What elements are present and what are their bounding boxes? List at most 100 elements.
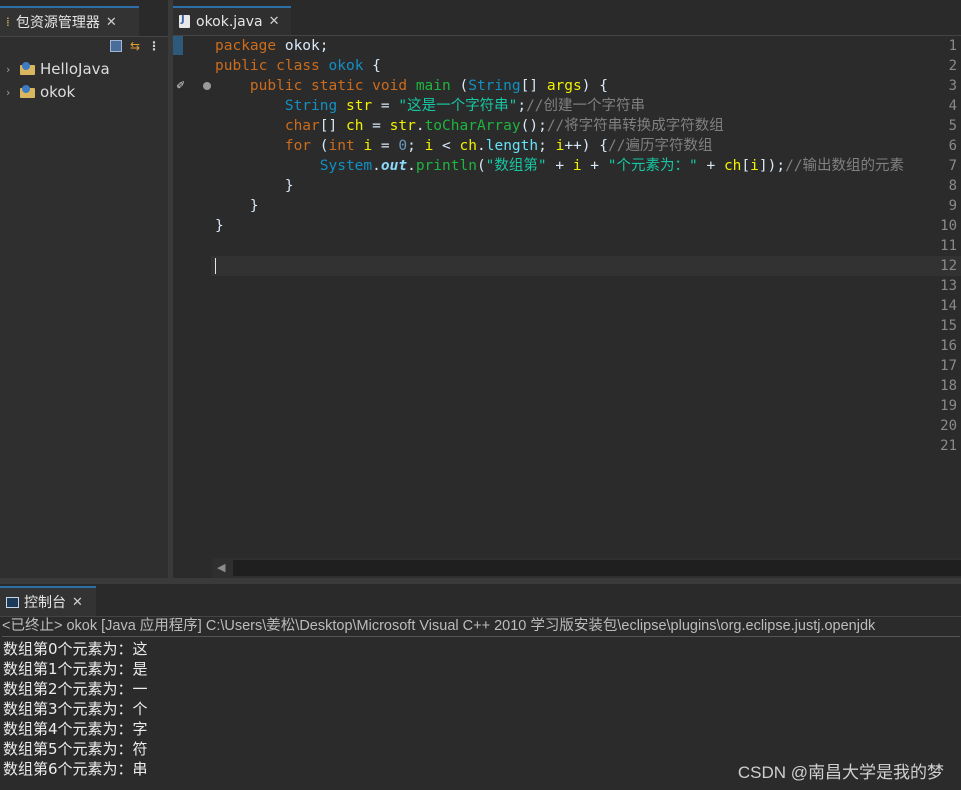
- code-editor-panel: okok.java ✕ 1234567891011121314151617181…: [173, 0, 961, 578]
- line-number-gutter: [173, 36, 211, 558]
- code-text: +: [581, 158, 608, 174]
- line-number: 9: [948, 198, 957, 214]
- tab-console[interactable]: 控制台 ✕: [0, 586, 96, 616]
- line-number: 8: [948, 178, 957, 194]
- java-project-icon: [20, 62, 36, 76]
- code-text: =: [372, 138, 399, 154]
- tree-item-hellojava[interactable]: › HelloJava: [6, 58, 110, 80]
- code-line-3[interactable]: public static void main (String[] args) …: [215, 76, 608, 96]
- keyword: void: [372, 78, 408, 94]
- variable: args: [546, 78, 582, 94]
- line-number: 18: [940, 378, 957, 394]
- string-literal: "这是一个字符串": [398, 98, 518, 114]
- method-name: println: [415, 158, 477, 174]
- code-text: []: [319, 118, 346, 134]
- code-line-1[interactable]: package okok;: [215, 36, 329, 56]
- keyword: class: [276, 58, 320, 74]
- view-menu-icon[interactable]: ⋮: [148, 39, 160, 53]
- close-icon[interactable]: ✕: [106, 15, 117, 30]
- editor-tab-bar: okok.java ✕: [173, 0, 961, 36]
- line-number: 6: [948, 138, 957, 154]
- code-text: .: [372, 158, 381, 174]
- code-text: .: [477, 138, 486, 154]
- string-literal: "个元素为：": [607, 158, 698, 174]
- field: length: [485, 138, 539, 154]
- code-text: .: [407, 158, 416, 174]
- console-output-line: 数组第0个元素为：这: [3, 640, 148, 658]
- line-number: 2: [948, 58, 957, 74]
- close-icon[interactable]: ✕: [269, 14, 280, 29]
- string-literal: "数组第": [485, 158, 547, 174]
- line-number: 3: [948, 78, 957, 94]
- code-text: ();: [520, 118, 547, 134]
- code-line-8[interactable]: }: [215, 176, 294, 196]
- code-text: +: [546, 158, 573, 174]
- keyword: static: [311, 78, 364, 94]
- keyword: public: [249, 78, 303, 94]
- line-number: 7: [948, 158, 957, 174]
- collapse-all-icon[interactable]: [109, 40, 122, 52]
- console-output-line: 数组第6个元素为：串: [3, 760, 148, 778]
- comment: //将字符串转换成字符数组: [546, 118, 724, 134]
- horizontal-scrollbar[interactable]: ◀: [213, 558, 961, 578]
- code-text: okok;: [276, 38, 329, 54]
- link-with-editor-icon[interactable]: ⇆: [130, 39, 140, 53]
- variable: str: [345, 98, 373, 114]
- line-number: 19: [940, 398, 957, 414]
- console-output-line: 数组第2个元素为：一: [3, 680, 148, 698]
- code-line-5[interactable]: char[] ch = str.toCharArray();//将字符串转换成字…: [215, 116, 724, 136]
- text-caret: [215, 258, 216, 274]
- variable: ch: [345, 118, 364, 134]
- tree-item-okok[interactable]: › okok: [6, 81, 75, 103]
- type-name: String: [284, 98, 338, 114]
- code-line-9[interactable]: }: [215, 196, 259, 216]
- line-number: 16: [940, 338, 957, 354]
- project-name: okok: [40, 83, 76, 101]
- fold-collapse-icon[interactable]: [203, 82, 211, 90]
- code-text: .: [415, 118, 425, 134]
- code-text: =: [372, 98, 399, 114]
- scrollbar-track[interactable]: [233, 560, 961, 576]
- code-text: [: [741, 158, 751, 174]
- class-name: System: [319, 158, 373, 174]
- code-text: ]);: [758, 158, 786, 174]
- static-field: out: [380, 158, 408, 174]
- package-explorer-icon: ⁞: [6, 15, 10, 29]
- line-number: 12: [940, 258, 957, 274]
- code-line-10[interactable]: }: [215, 216, 224, 236]
- tab-okok-java[interactable]: okok.java ✕: [173, 6, 291, 35]
- code-line-4[interactable]: String str = "这是一个字符串";//创建一个字符串: [215, 96, 645, 116]
- console-tab-label: 控制台: [24, 595, 66, 611]
- line-number: 21: [940, 438, 957, 454]
- variable: i: [572, 158, 582, 174]
- code-text: ;: [538, 138, 556, 154]
- close-icon[interactable]: ✕: [72, 595, 83, 610]
- code-line-7[interactable]: System.out.println("数组第" + i + "个元素为：" +…: [215, 156, 904, 176]
- chevron-right-icon[interactable]: ›: [6, 86, 20, 99]
- line-number: 1: [948, 38, 957, 54]
- line-number: 10: [940, 218, 957, 234]
- tab-package-explorer[interactable]: ⁞ 包资源管理器 ✕: [0, 6, 139, 36]
- comment: //输出数组的元素: [785, 158, 905, 174]
- keyword: char: [284, 118, 320, 134]
- variable: str: [389, 118, 416, 134]
- current-line-highlight: [211, 256, 961, 276]
- code-line-6[interactable]: for (int i = 0; i < ch.length; i++) {//遍…: [215, 136, 713, 156]
- keyword: int: [328, 138, 355, 154]
- console-icon: [6, 596, 19, 608]
- package-explorer-tab-label: 包资源管理器: [15, 15, 100, 31]
- console-output-line: 数组第5个元素为：符: [3, 740, 148, 758]
- scroll-left-icon[interactable]: ◀: [217, 561, 225, 574]
- code-line-2[interactable]: public class okok {: [215, 56, 381, 76]
- chevron-right-icon[interactable]: ›: [6, 63, 20, 76]
- variable: i: [750, 158, 759, 174]
- code-text: =: [363, 118, 390, 134]
- project-name: HelloJava: [40, 60, 110, 78]
- override-marker-icon[interactable]: ✐: [176, 79, 185, 92]
- code-text: (: [450, 78, 469, 94]
- variable: ch: [723, 158, 742, 174]
